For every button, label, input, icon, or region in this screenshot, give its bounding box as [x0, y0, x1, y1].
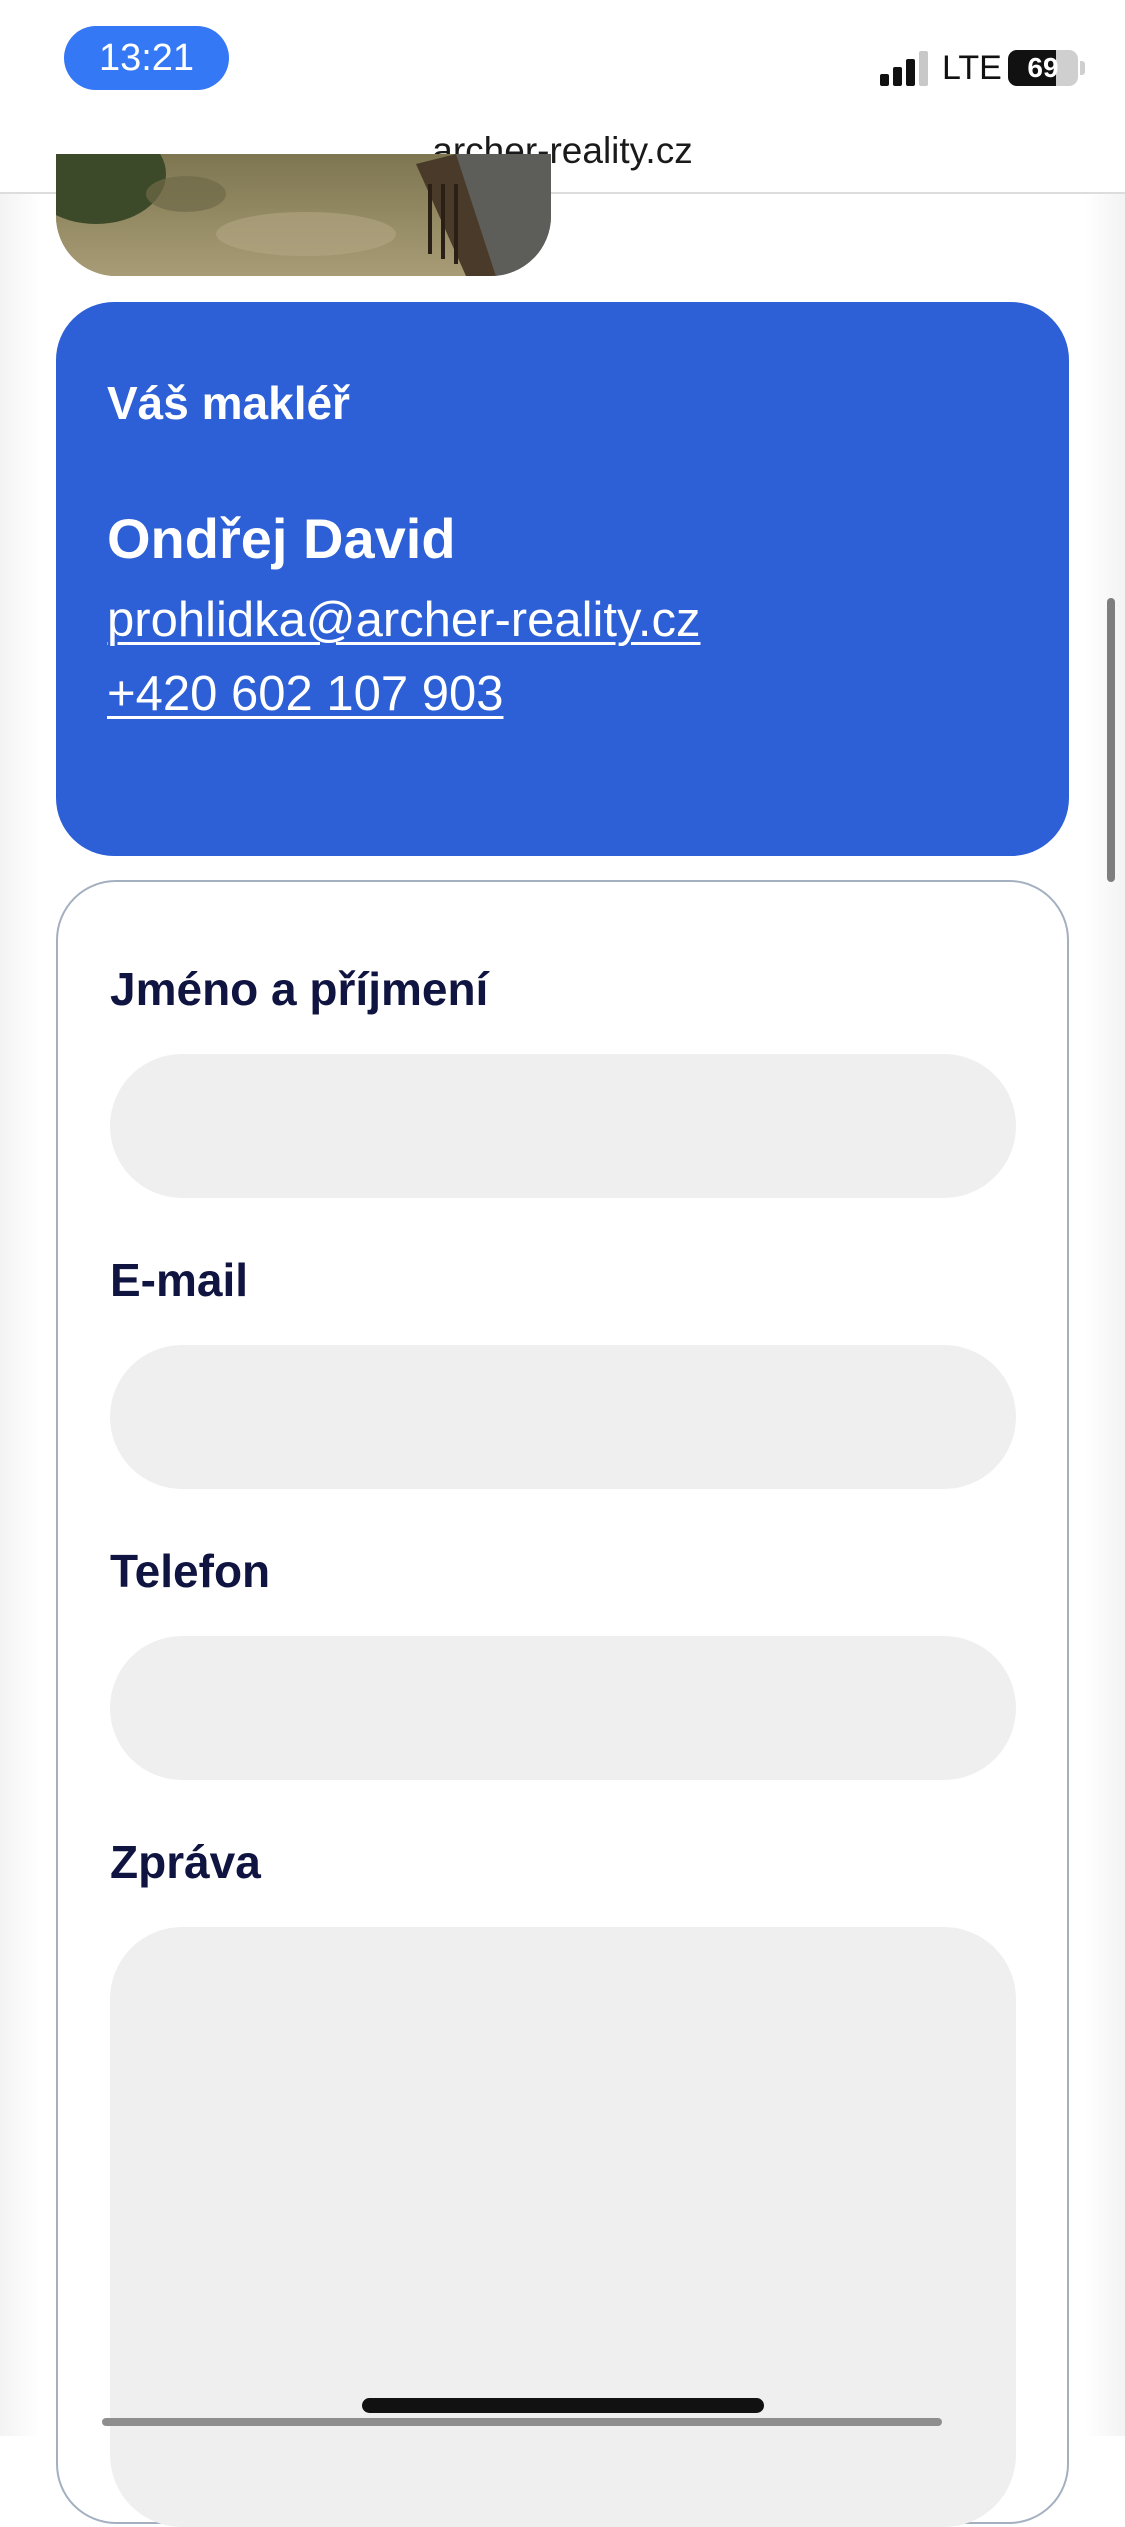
horizontal-scrollbar[interactable]	[102, 2418, 942, 2426]
network-type: LTE	[942, 49, 1002, 87]
agent-name: Ondřej David	[107, 507, 456, 570]
message-field-label: Zpráva	[110, 1836, 261, 1888]
email-field-label: E-mail	[110, 1254, 249, 1306]
vertical-scrollbar[interactable]	[1107, 598, 1115, 882]
cellular-signal-icon	[880, 51, 928, 86]
property-photo[interactable]	[56, 154, 551, 276]
agent-card: Váš makléř Ondřej David prohlidka@archer…	[56, 302, 1069, 856]
name-field-label: Jméno a příjmení	[110, 963, 489, 1015]
battery-level: 69	[1027, 52, 1059, 83]
agent-phone-link[interactable]: +420 602 107 903	[107, 666, 503, 722]
page-content: Váš makléř Ondřej David prohlidka@archer…	[0, 154, 1125, 2527]
phone-field-label: Telefon	[110, 1545, 271, 1597]
property-photo-image	[56, 154, 551, 276]
status-bar: 13:21 LTE 69	[0, 0, 1125, 120]
agent-card-heading: Váš makléř	[107, 377, 350, 429]
battery-icon: 69	[1008, 50, 1078, 86]
home-indicator[interactable]	[362, 2398, 764, 2413]
email-field[interactable]	[110, 1345, 1016, 1489]
agent-email-link[interactable]: prohlidka@archer-reality.cz	[107, 592, 700, 648]
status-time[interactable]: 13:21	[64, 26, 229, 90]
message-field[interactable]	[110, 1927, 1016, 2527]
phone-field[interactable]	[110, 1636, 1016, 1780]
name-field[interactable]	[110, 1054, 1016, 1198]
contact-form: Jméno a příjmení E-mail Telefon Zpráva	[56, 880, 1069, 2527]
battery-cap	[1080, 61, 1085, 75]
